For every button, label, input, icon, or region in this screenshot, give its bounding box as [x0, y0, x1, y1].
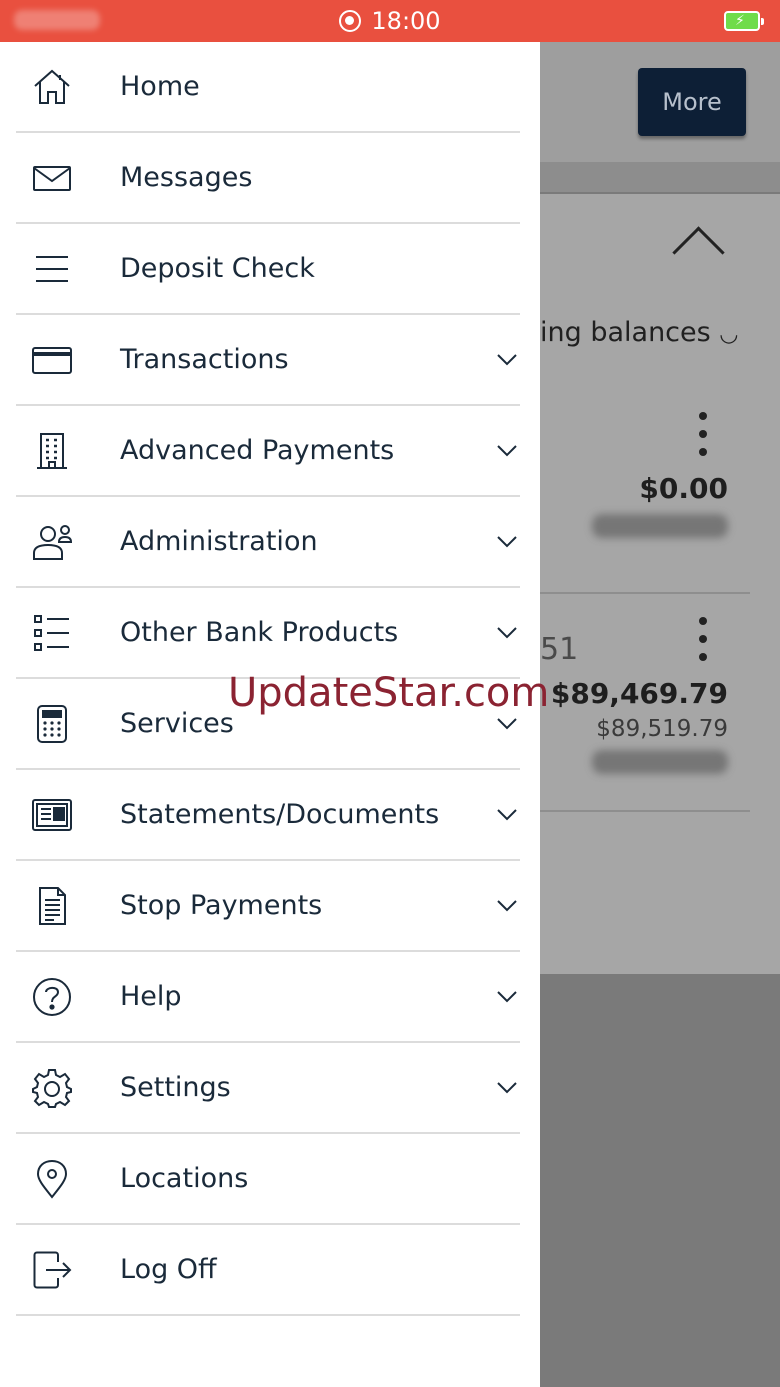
more-button[interactable]: More: [638, 68, 746, 136]
menu-label: Settings: [120, 1072, 231, 1103]
menu-item-settings[interactable]: Settings: [16, 1043, 520, 1134]
chevron-down-icon[interactable]: [496, 439, 518, 461]
chevron-down-icon[interactable]: [496, 803, 518, 825]
chevron-down-icon[interactable]: [496, 530, 518, 552]
menu-label: Log Off: [120, 1254, 217, 1285]
menu-label: Transactions: [120, 344, 289, 375]
building-icon: [32, 431, 72, 471]
status-time: 18:00: [371, 7, 441, 35]
record-icon: [339, 10, 362, 32]
chevron-down-icon[interactable]: [496, 894, 518, 916]
newspaper-icon: [32, 795, 72, 835]
account-divider: [540, 592, 750, 594]
menu-lines-icon: [32, 249, 72, 289]
calculator-icon: [32, 704, 72, 744]
menu-label: Advanced Payments: [120, 435, 395, 466]
menu-item-statements-documents[interactable]: Statements/Documents: [16, 770, 520, 861]
balances-label: ing balances ◡: [540, 317, 739, 348]
users-icon: [32, 522, 72, 562]
chevron-down-icon[interactable]: [496, 621, 518, 643]
gear-icon: [32, 1068, 72, 1108]
blurred-date: [592, 750, 728, 774]
available-balance: $89,519.79: [596, 716, 728, 742]
chevron-down-icon[interactable]: [496, 348, 518, 370]
blurred-date: [592, 514, 728, 538]
menu-label: Other Bank Products: [120, 617, 399, 648]
menu-item-home[interactable]: Home: [16, 42, 520, 133]
menu-item-locations[interactable]: Locations: [16, 1134, 520, 1225]
menu-item-advanced-payments[interactable]: Advanced Payments: [16, 406, 520, 497]
card-icon: [32, 340, 72, 380]
menu-item-messages[interactable]: Messages: [16, 133, 520, 224]
envelope-icon: [32, 158, 72, 198]
menu-label: Administration: [120, 526, 318, 557]
menu-label: Stop Payments: [120, 890, 323, 921]
kebab-menu-icon[interactable]: [699, 412, 707, 456]
battery-icon: ⚡: [724, 11, 764, 31]
account-number-fragment: 51: [540, 632, 579, 667]
menu-label: Deposit Check: [120, 253, 315, 284]
menu-item-deposit-check[interactable]: Deposit Check: [16, 224, 520, 315]
menu-item-other-bank-products[interactable]: Other Bank Products: [16, 588, 520, 679]
menu-item-administration[interactable]: Administration: [16, 497, 520, 588]
location-pin-icon: [32, 1159, 72, 1199]
list-icon: [32, 613, 72, 653]
watermark: UpdateStar.com: [228, 670, 550, 716]
account-divider: [540, 810, 750, 812]
kebab-menu-icon[interactable]: [699, 617, 707, 661]
chevron-down-icon[interactable]: [496, 985, 518, 1007]
menu-label: Services: [120, 708, 234, 739]
account-balance: $89,469.79: [550, 677, 728, 710]
menu-item-transactions[interactable]: Transactions: [16, 315, 520, 406]
account-balance: $0.00: [639, 472, 728, 505]
menu-item-log-off[interactable]: Log Off: [16, 1225, 520, 1316]
menu-label: Help: [120, 981, 182, 1012]
menu-label: Home: [120, 71, 200, 102]
home-icon: [32, 67, 72, 107]
chevron-down-icon[interactable]: [496, 1076, 518, 1098]
status-bar: 18:00 ⚡: [0, 0, 780, 42]
menu-item-help[interactable]: Help: [16, 952, 520, 1043]
logout-icon: [32, 1250, 72, 1290]
menu-label: Locations: [120, 1163, 249, 1194]
menu-label: Statements/Documents: [120, 799, 440, 830]
menu-label: Messages: [120, 162, 253, 193]
status-center: 18:00: [0, 0, 780, 42]
help-icon: [32, 977, 72, 1017]
menu-item-stop-payments[interactable]: Stop Payments: [16, 861, 520, 952]
document-icon: [32, 886, 72, 926]
